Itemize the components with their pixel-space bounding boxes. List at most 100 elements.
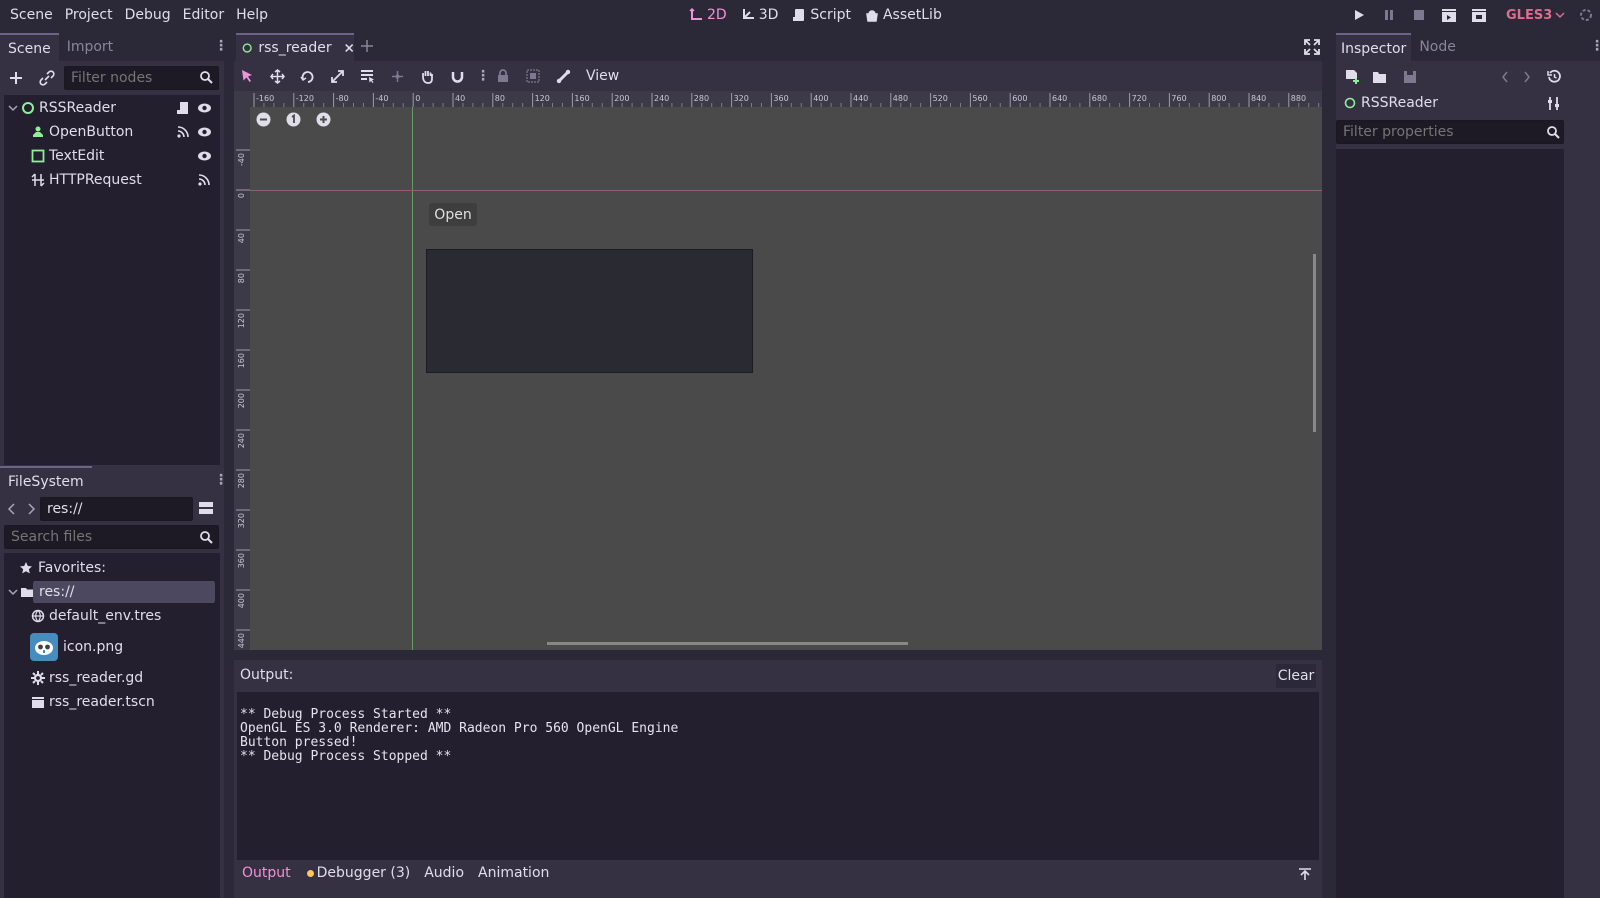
favorites-item[interactable]: Favorites: [18, 556, 106, 580]
filter-properties-input[interactable] [1336, 120, 1564, 144]
script-attached-icon[interactable] [176, 101, 190, 119]
assetlib-icon [866, 10, 878, 22]
history-back-button[interactable] [1500, 70, 1510, 88]
history-forward-button[interactable] [1522, 70, 1532, 88]
snap-toggle-button[interactable] [446, 65, 468, 87]
bones-button[interactable] [552, 65, 574, 87]
file-default-env[interactable]: default_env.tres [30, 604, 161, 628]
mode-3d-button[interactable]: 3D [737, 0, 783, 30]
bottom-tab-output[interactable]: Output [242, 865, 291, 881]
zoom-in-button[interactable] [316, 112, 331, 131]
view-menu[interactable]: View [586, 68, 619, 84]
split-view-toggle[interactable] [197, 499, 217, 519]
signal-icon[interactable] [176, 125, 190, 143]
path-input[interactable] [40, 497, 193, 521]
filesystem-dock-menu-icon[interactable]: ⋮ [214, 473, 228, 487]
play-scene-button[interactable] [1440, 6, 1458, 24]
control-node-icon [242, 43, 252, 53]
tab-node[interactable]: Node [1411, 33, 1464, 61]
zoom-reset-button[interactable] [286, 112, 301, 131]
instance-scene-button[interactable] [37, 68, 57, 88]
tab-import[interactable]: Import [59, 33, 121, 61]
pan-tool-button[interactable] [416, 65, 438, 87]
expand-bottom-panel-button[interactable] [1298, 867, 1312, 885]
menu-debug[interactable]: Debug [119, 0, 177, 30]
vertical-scrollbar[interactable] [1313, 254, 1316, 432]
renderer-dropdown[interactable]: GLES3 [1500, 8, 1565, 23]
pause-button[interactable] [1380, 6, 1398, 24]
snap-options-icon[interactable]: ⋮ [476, 69, 490, 83]
lock-button[interactable] [492, 65, 514, 87]
search-files-input[interactable] [4, 525, 219, 549]
history-list-button[interactable] [1547, 69, 1562, 88]
move-tool-button[interactable] [266, 65, 288, 87]
visibility-eye-icon[interactable] [197, 149, 212, 167]
menu-editor[interactable]: Editor [177, 0, 230, 30]
textedit-preview[interactable] [426, 249, 753, 373]
folder-res-root[interactable]: res:// [8, 580, 75, 604]
new-scene-tab-button[interactable] [360, 39, 374, 57]
pivot-tool-button[interactable] [386, 65, 408, 87]
file-icon-png[interactable]: icon.png [30, 631, 123, 663]
visibility-eye-icon[interactable] [197, 101, 212, 119]
menu-project[interactable]: Project [59, 0, 119, 30]
add-node-button[interactable] [6, 68, 26, 88]
tree-node-textedit[interactable]: TextEdit [30, 144, 104, 168]
inspector-menu-icon[interactable]: ⋮ [1590, 39, 1600, 53]
chevron-down-icon [8, 105, 18, 112]
stop-button[interactable] [1410, 6, 1428, 24]
menu-scene[interactable]: Scene [4, 0, 59, 30]
zoom-out-button[interactable] [256, 112, 271, 131]
bottom-tab-animation[interactable]: Animation [478, 865, 549, 881]
scene-tab-rss-reader[interactable]: rss_reader [236, 33, 354, 61]
tab-scene[interactable]: Scene [0, 33, 59, 61]
visibility-eye-icon[interactable] [197, 125, 212, 143]
file-rss-reader-gd[interactable]: rss_reader.gd [30, 666, 143, 690]
scale-tool-button[interactable] [326, 65, 348, 87]
file-rss-reader-tscn[interactable]: rss_reader.tscn [30, 690, 155, 714]
bottom-tab-debugger[interactable]: Debugger (3) [306, 865, 410, 881]
tree-node-openbutton[interactable]: OpenButton [30, 120, 133, 144]
tab-filesystem[interactable]: FileSystem [0, 466, 92, 496]
mode-2d-button[interactable]: 2D [685, 0, 731, 30]
tab-inspector[interactable]: Inspector [1336, 33, 1412, 61]
ruler-label: 240 [237, 433, 246, 448]
ruler-label: 480 [893, 94, 908, 103]
ruler-label: 440 [237, 633, 246, 648]
filter-nodes-input[interactable] [64, 66, 219, 90]
scene-dock-menu-icon[interactable]: ⋮ [214, 39, 228, 53]
output-log[interactable]: ** Debug Process Started ** OpenGL ES 3.… [237, 692, 1319, 860]
property-list[interactable] [1336, 149, 1564, 898]
canvas-viewport[interactable]: -160 -120 -80 -40 0 40 80 120 160 200 240 280 320 360… [234, 91, 1322, 650]
list-select-tool-button[interactable] [356, 65, 378, 87]
signal-icon[interactable] [197, 173, 211, 191]
distraction-free-button[interactable] [1304, 39, 1320, 59]
bottom-tab-audio[interactable]: Audio [424, 865, 464, 881]
save-resource-button[interactable] [1402, 69, 1418, 89]
mode-assetlib-button[interactable]: AssetLib [861, 0, 946, 30]
inspected-object[interactable]: RSSReader [1344, 95, 1438, 111]
bone-icon [556, 69, 570, 83]
rotate-tool-button[interactable] [296, 65, 318, 87]
play-custom-scene-button[interactable] [1470, 6, 1488, 24]
group-button[interactable] [522, 65, 544, 87]
vertical-ruler: -40 0 40 80 120 160 200 240 280 320 360 400 440 [234, 91, 250, 650]
ruler-label: 120 [237, 313, 246, 328]
object-properties-button[interactable] [1546, 96, 1561, 115]
select-tool-button[interactable] [236, 65, 258, 87]
tree-node-httprequest[interactable]: HTTPRequest [30, 168, 142, 192]
horizontal-scrollbar[interactable] [547, 642, 908, 645]
button-node-icon [30, 124, 46, 140]
history-forward-button[interactable] [25, 502, 37, 520]
clear-button[interactable]: Clear [1276, 664, 1316, 688]
mode-script-button[interactable]: Script [788, 0, 855, 30]
ruler-label: 0 [237, 193, 246, 198]
history-back-button[interactable] [6, 502, 18, 520]
open-button-preview[interactable]: Open [429, 203, 477, 226]
inspected-object-label: RSSReader [1361, 95, 1439, 111]
load-resource-button[interactable] [1372, 69, 1388, 89]
close-icon[interactable] [344, 42, 354, 54]
new-resource-button[interactable] [1344, 69, 1360, 89]
menu-help[interactable]: Help [230, 0, 274, 30]
play-button[interactable] [1350, 6, 1368, 24]
